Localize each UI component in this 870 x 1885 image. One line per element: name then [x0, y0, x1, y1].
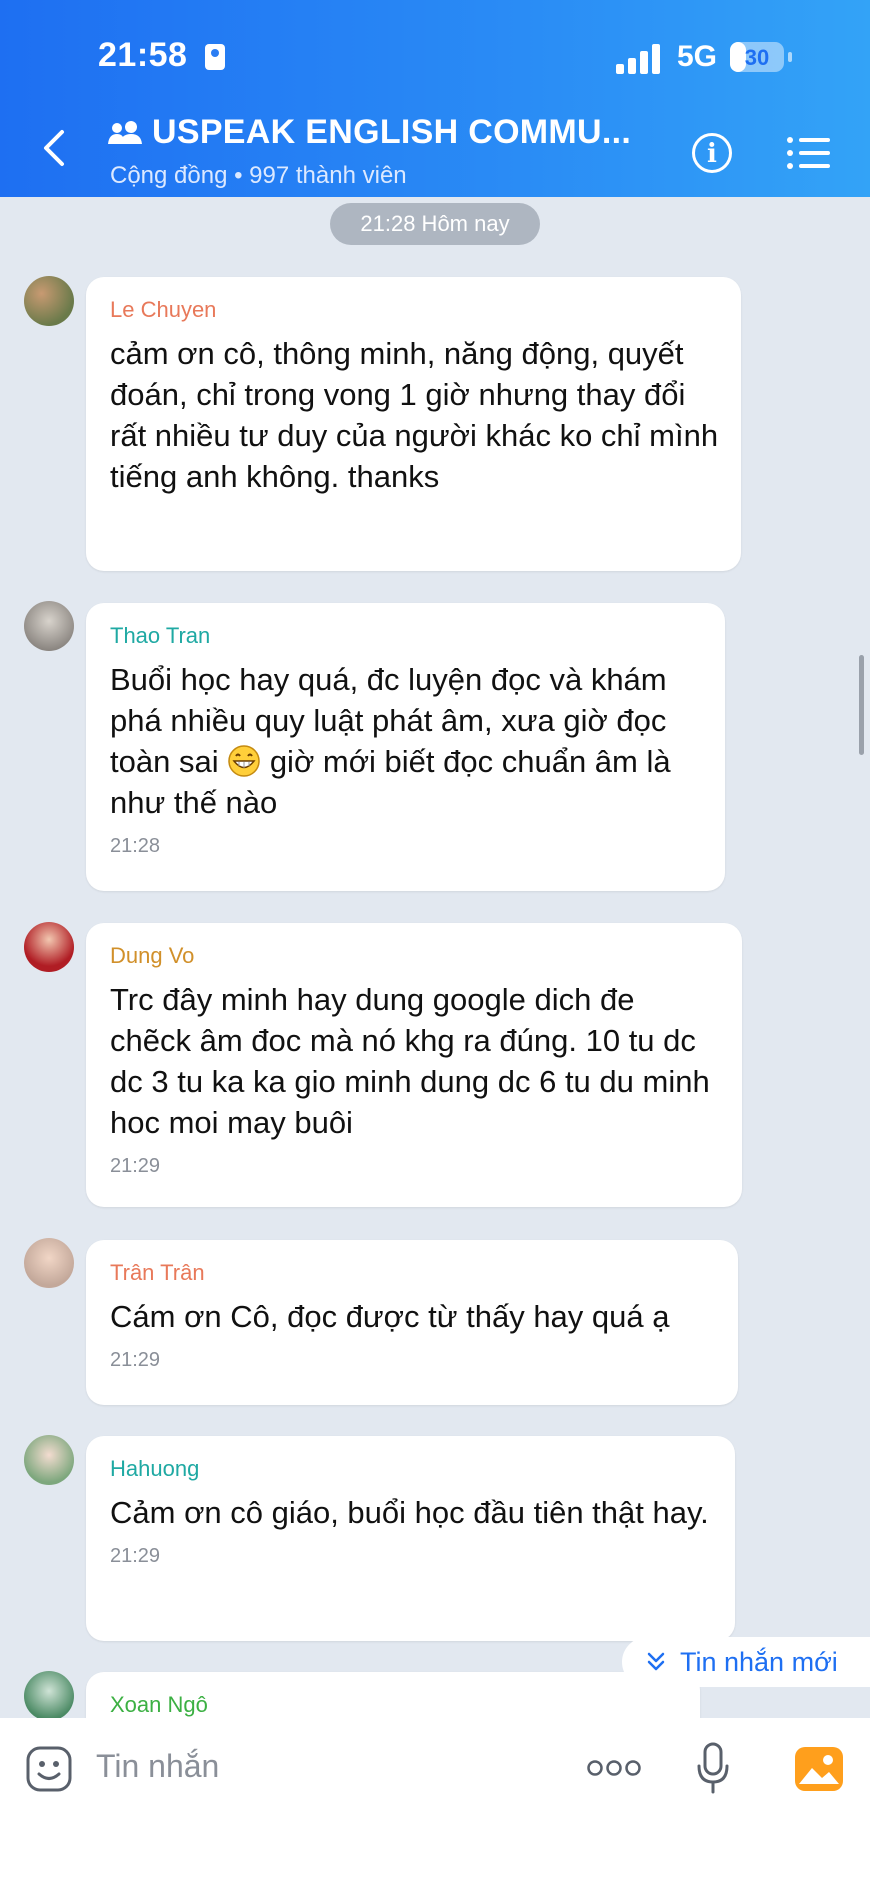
group-subtitle: Cộng đồng • 997 thành viên — [110, 162, 407, 189]
sender-name[interactable]: Le Chuyen — [110, 297, 719, 323]
emoji-sticker-icon[interactable] — [26, 1746, 72, 1792]
more-dots-icon[interactable] — [586, 1758, 642, 1778]
message-time: 21:29 — [110, 1155, 161, 1177]
message-bubble[interactable]: Le Chuyen cảm ơn cô, thông minh, năng độ… — [86, 277, 741, 571]
sender-name[interactable]: Dung Vo — [110, 943, 720, 969]
grinning-face-emoji — [228, 745, 260, 777]
message-bubble[interactable]: Dung Vo Trc đây minh hay dung google dic… — [86, 923, 742, 1207]
message-input-bar: Tin nhắn — [0, 1718, 870, 1885]
avatar[interactable] — [24, 922, 74, 972]
avatar[interactable] — [24, 276, 74, 326]
sender-name[interactable]: Trân Trân — [110, 1260, 716, 1286]
back-chevron-icon[interactable] — [36, 128, 76, 168]
avatar[interactable] — [24, 1238, 74, 1288]
network-type: 5G — [677, 40, 718, 73]
image-gallery-icon[interactable] — [794, 1746, 844, 1792]
avatar[interactable] — [24, 1671, 74, 1721]
time-divider: 21:28 Hôm nay — [330, 203, 540, 245]
message-input[interactable]: Tin nhắn — [96, 1748, 219, 1785]
message-text: Cảm ơn cô giáo, buổi học đầu tiên thật h… — [110, 1495, 709, 1530]
info-icon[interactable]: i — [692, 133, 732, 173]
message-time: 21:29 — [110, 1545, 161, 1567]
message-text: Cám ơn Cô, đọc được từ thấy hay quá ạ — [110, 1299, 670, 1334]
double-chevron-down-icon — [647, 1652, 665, 1671]
message-bubble[interactable]: Trân Trân Cám ơn Cô, đọc được từ thấy ha… — [86, 1240, 738, 1405]
message-time: 21:29 — [110, 1349, 161, 1371]
contact-card-icon — [205, 44, 225, 70]
message-bubble[interactable]: Hahuong Cảm ơn cô giáo, buổi học đầu tiê… — [86, 1436, 735, 1641]
message-text: cảm ơn cô, thông minh, năng động, quyết … — [110, 336, 719, 494]
battery-tip — [788, 52, 792, 62]
group-title: USPEAK ENGLISH COMMU... — [152, 113, 632, 151]
message-text: Buổi học hay quá, đc luyện đọc và khám p… — [110, 659, 703, 823]
signal-icon — [616, 44, 662, 74]
menu-list-icon[interactable] — [786, 136, 830, 170]
battery-level: 30 — [744, 45, 770, 70]
avatar[interactable] — [24, 601, 74, 651]
sender-name[interactable]: Thao Tran — [110, 623, 703, 649]
message-text: Trc đây minh hay dung google dich đe chẽ… — [110, 982, 710, 1140]
microphone-icon[interactable] — [696, 1742, 730, 1796]
battery-icon: 30 — [730, 42, 784, 72]
new-messages-label: Tin nhắn mới — [680, 1647, 838, 1677]
new-messages-button[interactable]: Tin nhắn mới — [622, 1637, 870, 1687]
message-time: 21:28 — [110, 835, 161, 857]
avatar[interactable] — [24, 1435, 74, 1485]
message-bubble[interactable]: Thao Tran Buổi học hay quá, đc luyện đọc… — [86, 603, 725, 891]
chat-header: 21:58 5G 30 USPEAK ENGLISH COMMU... Cộng… — [0, 0, 870, 197]
group-icon — [108, 120, 142, 144]
sender-name[interactable]: Xoan Ngô — [110, 1692, 678, 1718]
sender-name[interactable]: Hahuong — [110, 1456, 713, 1482]
scrollbar[interactable] — [859, 655, 864, 755]
status-time: 21:58 — [98, 36, 188, 74]
group-title-row[interactable]: USPEAK ENGLISH COMMU... — [108, 113, 648, 152]
